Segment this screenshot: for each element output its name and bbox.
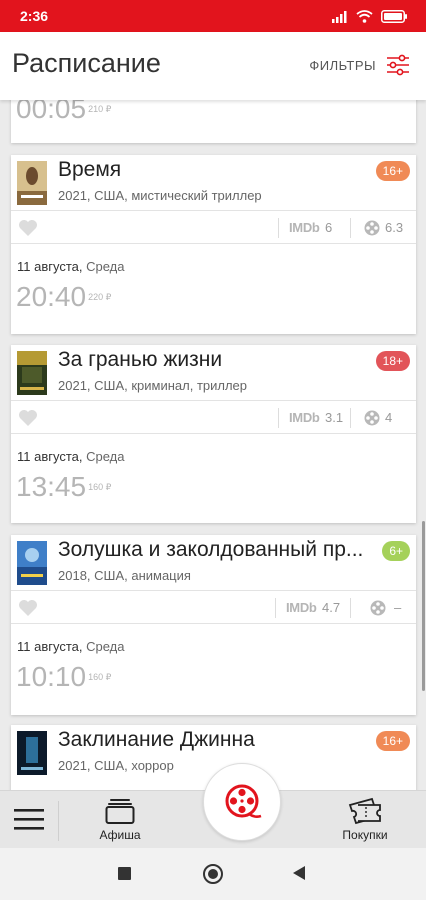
- schedule-list[interactable]: 00:05 210 ₽ Время 2021, США, мистический …: [0, 100, 426, 790]
- movie-title[interactable]: Время: [58, 158, 121, 182]
- kinopoisk-rating: –: [394, 600, 402, 615]
- wifi-icon: [356, 10, 373, 23]
- showtime-button[interactable]: 20:40 220 ₽: [16, 281, 111, 313]
- movie-card: Золушка и заколдованный пр... 2018, США,…: [11, 535, 416, 715]
- kinopoisk-rating: 4: [385, 410, 393, 425]
- page-title: Расписание: [12, 48, 161, 78]
- age-rating-badge: 18+: [375, 351, 410, 371]
- movie-poster[interactable]: [17, 731, 47, 775]
- movie-ratings-row: IMDb 3.1 4: [11, 400, 416, 434]
- movie-meta: 2021, США, криминал, триллер: [58, 378, 248, 393]
- imdb-rating: 6: [325, 220, 333, 235]
- imdb-logo: IMDb: [289, 220, 320, 235]
- imdb-rating: 3.1: [325, 410, 344, 425]
- movie-meta: 2021, США, хоррор: [58, 758, 174, 773]
- movie-poster[interactable]: [17, 161, 47, 205]
- status-bar: 2:36: [0, 0, 426, 32]
- tickets-icon: [348, 797, 381, 825]
- showtime-date: 11 августа, Среда: [17, 639, 125, 654]
- nav-afisha[interactable]: Афиша: [92, 797, 148, 842]
- showtime-date: 11 августа, Среда: [17, 449, 125, 464]
- heart-icon[interactable]: [18, 599, 38, 617]
- movie-title[interactable]: За гранью жизни: [58, 348, 222, 372]
- back-icon[interactable]: [293, 866, 305, 880]
- status-time: 2:36: [20, 8, 49, 24]
- age-rating-badge: 16+: [375, 731, 410, 751]
- movie-title[interactable]: Заклинание Джинна: [58, 728, 255, 752]
- nav-afisha-label: Афиша: [99, 828, 141, 842]
- film-reel-icon: [370, 600, 386, 616]
- app-bar: Расписание ФИЛЬТРЫ: [0, 32, 426, 100]
- scrollbar[interactable]: [422, 521, 425, 691]
- signal-icon: [332, 10, 347, 23]
- movie-card: За гранью жизни 2021, США, криминал, три…: [11, 345, 416, 523]
- showtime-button[interactable]: 10:10 160 ₽: [16, 661, 111, 693]
- menu-icon[interactable]: [14, 807, 44, 831]
- system-nav-bar: [0, 848, 426, 900]
- filters-button[interactable]: ФИЛЬТРЫ: [309, 58, 376, 73]
- showtime-date: 11 августа, Среда: [17, 259, 125, 274]
- movie-ratings-row: IMDb 4.7 –: [11, 590, 416, 624]
- movie-poster[interactable]: [17, 351, 47, 395]
- cinema-reel-button[interactable]: [203, 763, 281, 841]
- age-rating-badge: 16+: [375, 161, 410, 181]
- imdb-rating: 4.7: [322, 600, 341, 615]
- nav-purchases-label: Покупки: [342, 828, 388, 842]
- film-reel-icon: [225, 784, 262, 818]
- age-rating-badge: 6+: [382, 541, 410, 561]
- movie-meta: 2018, США, анимация: [58, 568, 191, 583]
- showtime-button[interactable]: 00:05 210 ₽: [16, 100, 111, 125]
- movie-card: Время 2021, США, мистический триллер 16+…: [11, 155, 416, 334]
- film-reel-icon: [364, 220, 380, 236]
- imdb-logo: IMDb: [286, 600, 317, 615]
- film-reel-icon: [364, 410, 380, 426]
- imdb-logo: IMDb: [289, 410, 320, 425]
- movie-title[interactable]: Золушка и заколдованный пр...: [58, 538, 363, 562]
- schedule-card-partial: 00:05 210 ₽: [11, 100, 416, 143]
- movie-meta: 2021, США, мистический триллер: [58, 188, 262, 203]
- recents-icon[interactable]: [118, 867, 131, 880]
- showtime-button[interactable]: 13:45 160 ₽: [16, 471, 111, 503]
- filter-sliders-icon[interactable]: [386, 54, 410, 76]
- kinopoisk-rating: 6.3: [385, 220, 404, 235]
- nav-purchases[interactable]: Покупки: [336, 797, 394, 842]
- battery-icon: [381, 10, 407, 23]
- movie-ratings-row: IMDb 6 6.3: [11, 210, 416, 244]
- heart-icon[interactable]: [18, 409, 38, 427]
- home-icon[interactable]: [203, 864, 223, 884]
- heart-icon[interactable]: [18, 219, 38, 237]
- movie-poster[interactable]: [17, 541, 47, 585]
- film-stack-icon: [105, 799, 135, 824]
